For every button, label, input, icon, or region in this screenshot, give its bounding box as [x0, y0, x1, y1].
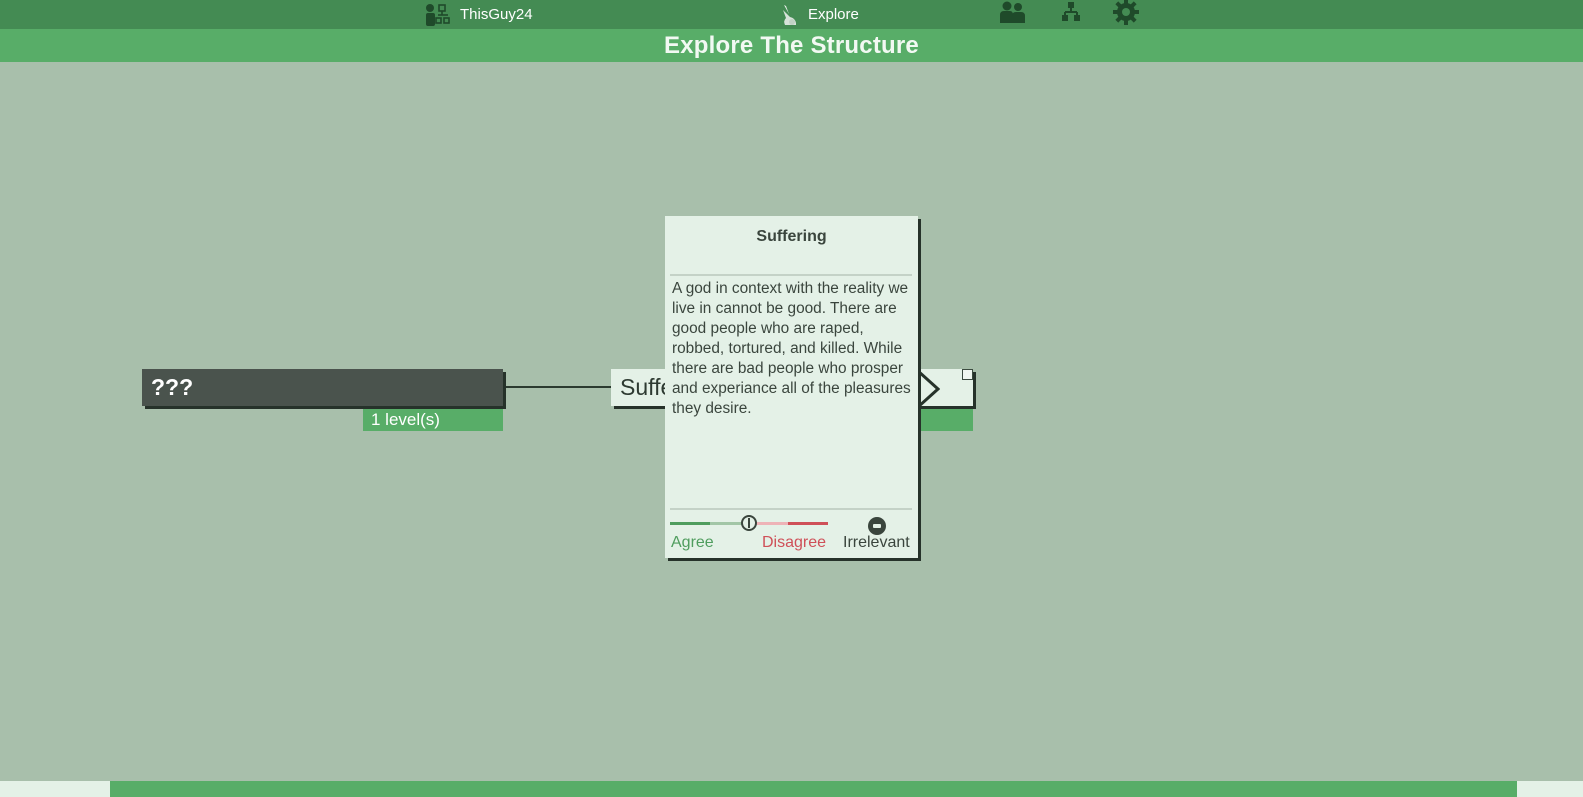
popup-pointer-arrow	[918, 371, 940, 407]
structure-tree-button[interactable]	[1060, 0, 1082, 29]
child-level-badge[interactable]	[915, 409, 973, 431]
irrelevant-toggle-icon[interactable]	[868, 517, 886, 535]
agree-label: Agree	[671, 534, 714, 551]
people-button[interactable]	[998, 0, 1028, 29]
node-connector-line	[503, 386, 611, 388]
bottom-bar-left	[0, 781, 110, 797]
popup-description: A god in context with the reality we liv…	[672, 280, 911, 417]
level-badge-label: 1 level(s)	[371, 410, 440, 429]
top-nav-bar: ThisGuy24 Explore	[0, 0, 1583, 29]
slider-disagree-strong-segment	[788, 522, 828, 525]
explore-nav-link[interactable]: Explore	[780, 0, 859, 29]
user-structure-icon	[425, 3, 451, 27]
parent-node-title: ???	[151, 374, 194, 400]
stance-slider[interactable]	[670, 515, 830, 531]
page-title: Explore The Structure	[0, 29, 1583, 62]
gear-icon	[1113, 0, 1139, 30]
username-label: ThisGuy24	[460, 6, 533, 23]
bottom-scrollbar[interactable]	[110, 781, 1517, 797]
settings-button[interactable]	[1112, 0, 1140, 29]
explore-label: Explore	[808, 6, 859, 23]
disagree-label: Disagree	[762, 534, 827, 551]
slider-thumb[interactable]	[741, 515, 757, 531]
bunny-icon	[780, 4, 798, 26]
people-icon	[1000, 0, 1026, 29]
popup-divider-bottom	[670, 508, 912, 510]
popup-divider-top	[670, 274, 912, 276]
user-menu[interactable]: ThisGuy24	[425, 0, 533, 29]
bottom-bar-right	[1517, 781, 1583, 797]
node-detail-popup: Suffering A god in context with the real…	[665, 216, 918, 558]
level-badge[interactable]: 1 level(s)	[363, 409, 503, 431]
node-select-checkbox[interactable]	[962, 369, 973, 380]
parent-node[interactable]: ???	[142, 369, 503, 406]
popup-title: Suffering	[756, 228, 827, 245]
tree-icon	[1062, 1, 1080, 28]
slider-agree-strong-segment	[670, 522, 710, 525]
irrelevant-label: Irrelevant	[843, 534, 910, 551]
